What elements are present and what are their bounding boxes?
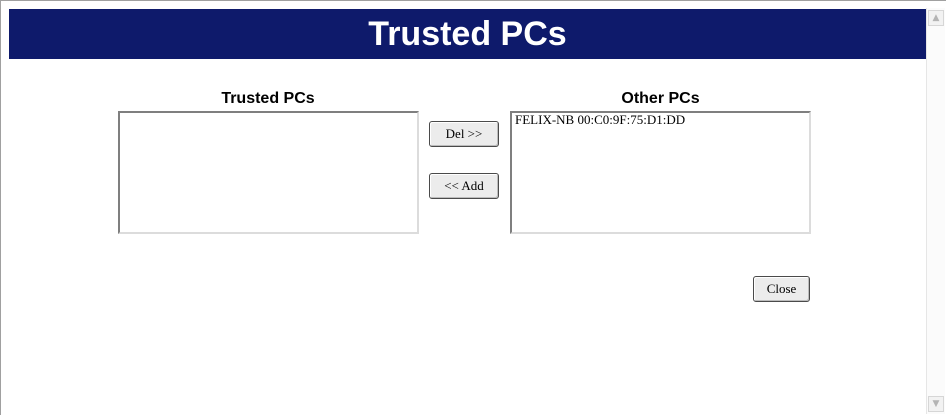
scroll-up-arrow-icon[interactable]: ▲ bbox=[928, 10, 944, 26]
del-button[interactable]: Del >> bbox=[429, 121, 499, 147]
scroll-down-arrow-icon[interactable]: ▼ bbox=[928, 396, 944, 412]
other-pcs-label: Other PCs bbox=[621, 90, 700, 107]
add-button[interactable]: << Add bbox=[429, 173, 499, 199]
trusted-pcs-label: Trusted PCs bbox=[221, 90, 315, 107]
list-item[interactable]: FELIX-NB 00:C0:9F:75:D1:DD bbox=[512, 113, 809, 127]
vertical-scrollbar[interactable]: ▲ ▼ bbox=[926, 8, 945, 414]
other-pcs-listbox[interactable]: FELIX-NB 00:C0:9F:75:D1:DD bbox=[510, 111, 811, 234]
close-button[interactable]: Close bbox=[753, 276, 810, 302]
page-title: Trusted PCs bbox=[9, 9, 926, 59]
trusted-pcs-listbox[interactable] bbox=[118, 111, 419, 234]
